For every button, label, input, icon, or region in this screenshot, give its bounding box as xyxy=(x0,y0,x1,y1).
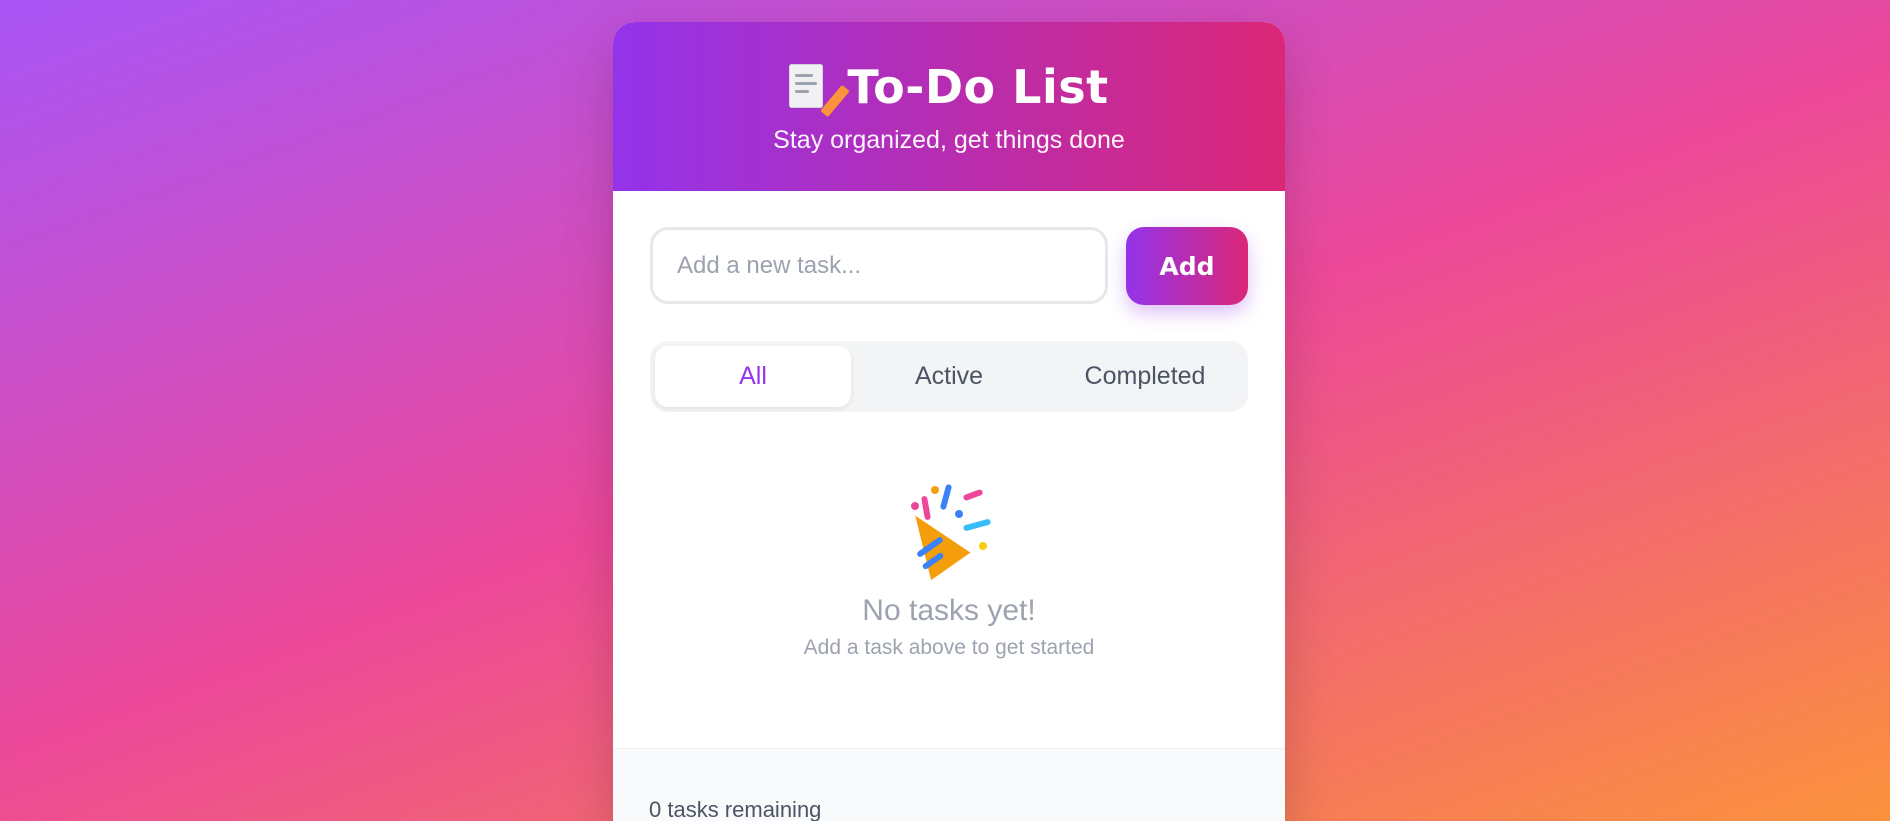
tab-completed[interactable]: Completed xyxy=(1047,346,1243,407)
page-title: To-Do List xyxy=(847,60,1109,114)
memo-icon xyxy=(789,64,851,118)
footer: 0 tasks remaining xyxy=(613,748,1285,821)
tab-all[interactable]: All xyxy=(655,346,851,407)
add-task-button[interactable]: Add xyxy=(1126,227,1248,305)
title-row: To-Do List xyxy=(613,22,1285,118)
todo-card: To-Do List Stay organized, get things do… xyxy=(613,22,1285,821)
tasks-remaining-count: 0 tasks remaining xyxy=(649,797,822,821)
empty-state-subtitle: Add a task above to get started xyxy=(803,636,1095,659)
add-task-form: Add xyxy=(650,227,1248,305)
party-popper-icon xyxy=(895,482,997,581)
tab-active[interactable]: Active xyxy=(851,346,1047,407)
filter-tabs: All Active Completed xyxy=(650,341,1248,412)
header: To-Do List Stay organized, get things do… xyxy=(613,22,1285,191)
page-subtitle: Stay organized, get things done xyxy=(773,126,1125,154)
empty-state-title: No tasks yet! xyxy=(862,594,1036,627)
empty-state: No tasks yet! Add a task above to get st… xyxy=(613,482,1285,660)
new-task-input[interactable] xyxy=(650,227,1108,304)
